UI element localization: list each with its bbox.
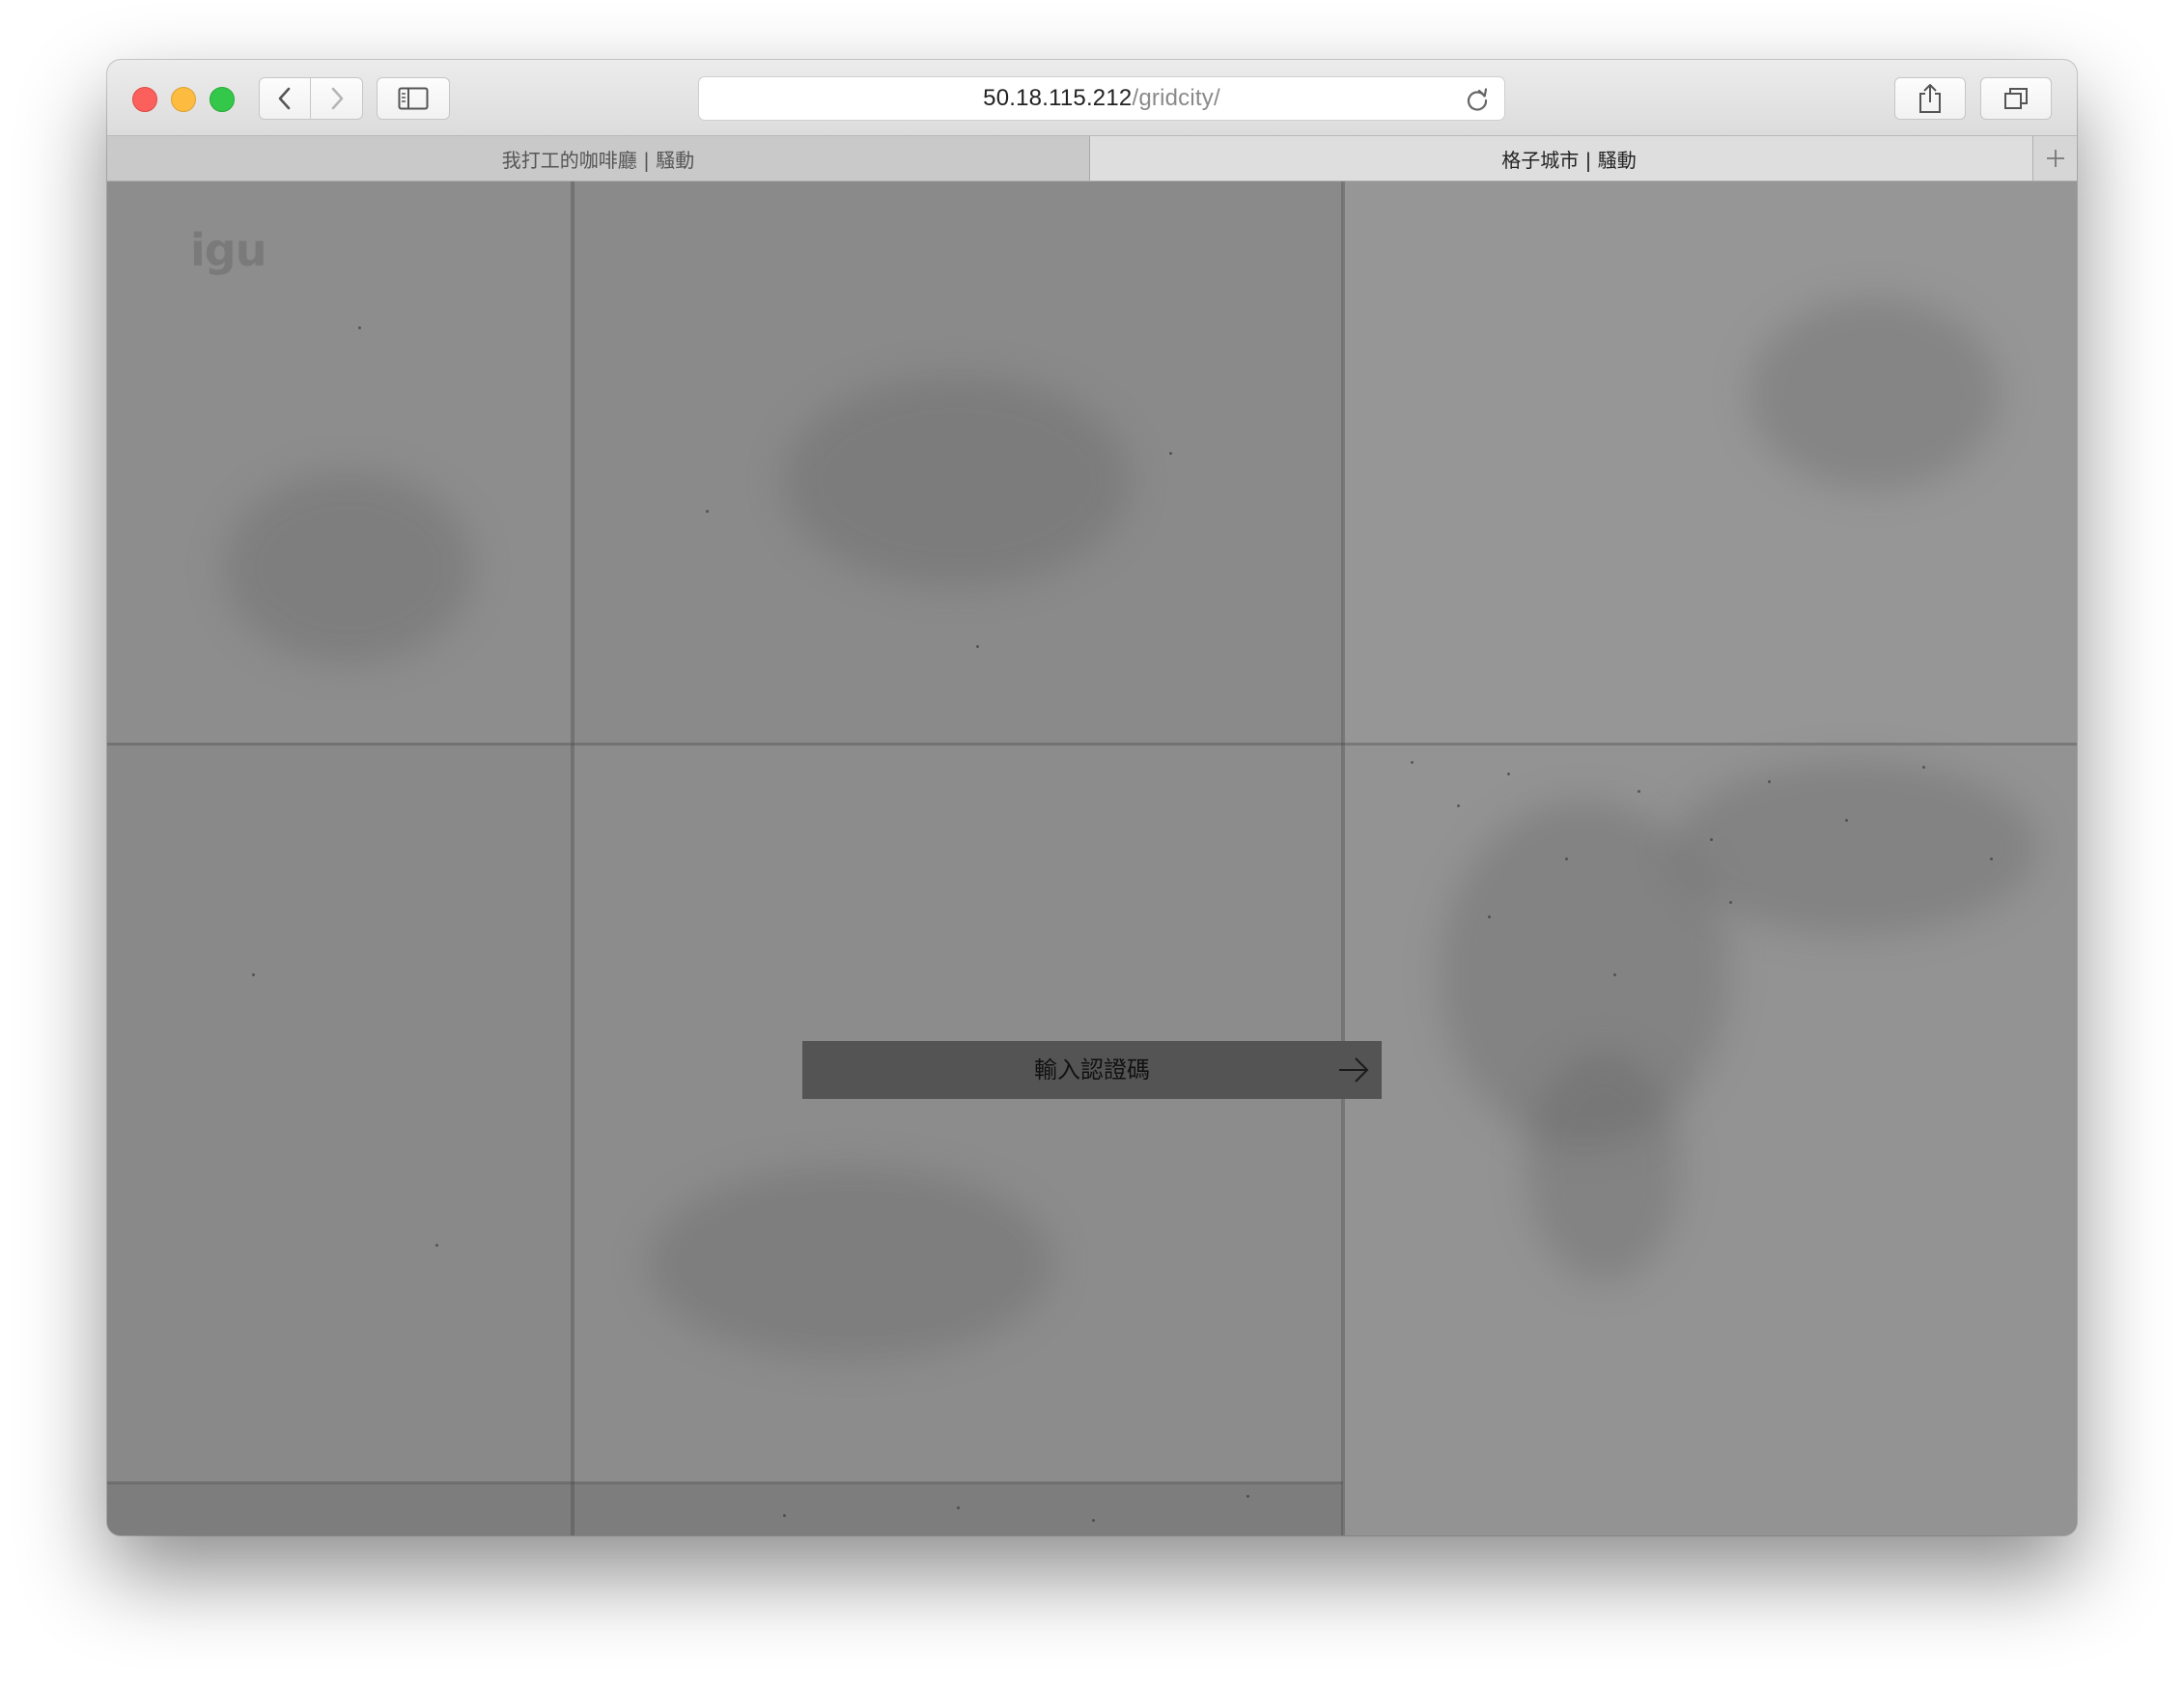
concrete-speck (1922, 766, 1925, 769)
concrete-speck (1613, 973, 1616, 976)
concrete-stain (1671, 761, 2038, 935)
reload-button[interactable] (1464, 86, 1491, 117)
arrow-right-icon (1339, 1057, 1369, 1083)
panel-seam (107, 1481, 1343, 1484)
chevron-left-icon (278, 87, 291, 110)
browser-toolbar: 50.18.115.212/gridcity/ (107, 60, 2077, 136)
url-host: 50.18.115.212 (983, 85, 1133, 111)
concrete-panel (573, 745, 1343, 1483)
reload-icon (1467, 88, 1488, 111)
submit-button[interactable] (1337, 1055, 1370, 1085)
browser-window: 50.18.115.212/gridcity/ 我打工的咖啡廳 | 騷動 格子城… (107, 60, 2077, 1535)
panel-seam (571, 182, 574, 1535)
url-path: /gridcity/ (1132, 85, 1220, 111)
concrete-speck (252, 973, 255, 976)
window-zoom-button[interactable] (210, 87, 235, 112)
concrete-speck (1507, 773, 1510, 775)
forward-button[interactable] (311, 77, 363, 120)
concrete-speck (1246, 1495, 1249, 1498)
sidebar-toggle-button[interactable] (377, 77, 450, 120)
tab-gridcity[interactable]: 格子城市 | 騷動 (1090, 136, 2048, 181)
share-button[interactable] (1894, 77, 1966, 120)
site-logo[interactable]: igu (190, 224, 266, 276)
window-close-button[interactable] (132, 87, 157, 112)
sidebar-icon (398, 87, 429, 110)
concrete-stain (648, 1167, 1053, 1360)
concrete-stain (1749, 297, 2000, 491)
concrete-speck (1710, 838, 1713, 841)
concrete-panel (1343, 182, 2077, 745)
url-text[interactable]: 50.18.115.212/gridcity/ (983, 85, 1220, 112)
auth-code-input[interactable] (802, 1041, 1382, 1099)
concrete-speck (358, 326, 361, 329)
chevron-right-icon (331, 87, 343, 110)
concrete-speck (1638, 790, 1640, 793)
plus-icon (2046, 150, 2064, 167)
concrete-speck (1990, 858, 1993, 860)
tab-title: 我打工的咖啡廳 | 騷動 (501, 148, 695, 172)
concrete-speck (1845, 819, 1848, 822)
tabs-overview-icon (2004, 88, 2028, 109)
panel-seam (107, 743, 2077, 746)
concrete-speck (435, 1244, 438, 1247)
concrete-stain (1526, 1051, 1681, 1282)
window-minimize-button[interactable] (171, 87, 196, 112)
new-tab-button[interactable] (2032, 136, 2077, 181)
concrete-panel (107, 745, 573, 1535)
tab-bar: 我打工的咖啡廳 | 騷動 格子城市 | 騷動 (107, 136, 2077, 182)
concrete-speck (1457, 804, 1460, 807)
concrete-stain (783, 375, 1131, 587)
concrete-stain (223, 471, 474, 664)
concrete-speck (1565, 858, 1568, 860)
address-bar[interactable]: 50.18.115.212/gridcity/ (698, 76, 1505, 121)
concrete-speck (1169, 452, 1172, 455)
concrete-speck (1729, 901, 1732, 904)
tab-title: 格子城市 | 騷動 (1501, 148, 1637, 172)
tab-cafe[interactable]: 我打工的咖啡廳 | 騷動 (107, 136, 1090, 181)
concrete-speck (957, 1506, 960, 1509)
concrete-speck (706, 510, 709, 513)
concrete-panel (107, 1483, 1343, 1535)
concrete-speck (1092, 1519, 1095, 1522)
tabs-overview-button[interactable] (1980, 77, 2052, 120)
concrete-speck (976, 645, 979, 648)
share-icon (1919, 84, 1941, 113)
concrete-speck (1488, 915, 1491, 918)
concrete-speck (783, 1514, 786, 1517)
auth-code-form (802, 1041, 1382, 1099)
concrete-speck (1411, 761, 1414, 764)
concrete-speck (1768, 780, 1771, 783)
page-content: igu (107, 182, 2077, 1535)
back-button[interactable] (259, 77, 311, 120)
panel-seam (1341, 182, 1345, 1535)
